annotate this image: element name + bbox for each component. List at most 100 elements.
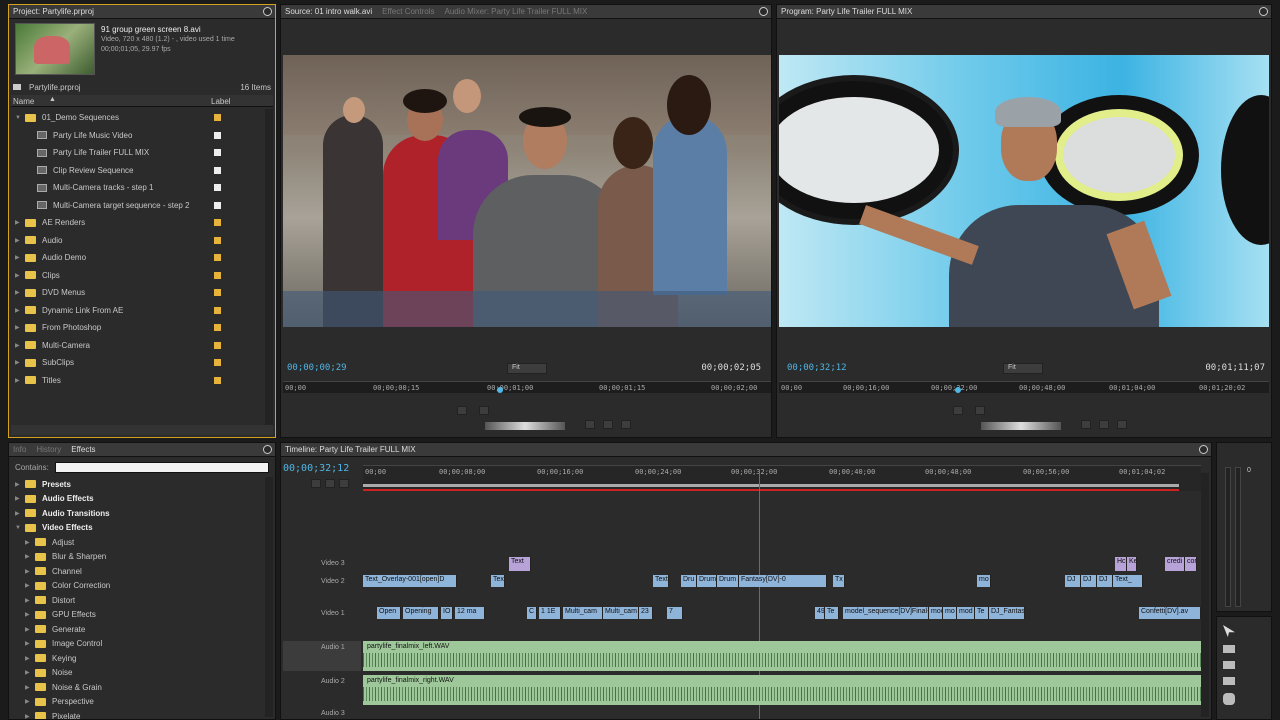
hand-tool-icon[interactable] [1223, 693, 1235, 705]
effects-item[interactable]: ▶ Keying [13, 651, 263, 666]
project-item[interactable]: ▶ Multi-Camera [11, 337, 263, 355]
timeline-clip[interactable]: Te [975, 607, 989, 619]
program-time-ruler[interactable]: 00;00 00;00;16;00 00;00;32;00 00;00;48;0… [779, 381, 1269, 393]
expand-closed-icon[interactable]: ▶ [15, 495, 25, 502]
project-item[interactable]: ▶ Audio [11, 232, 263, 250]
step-forward-icon[interactable] [479, 406, 489, 415]
project-item[interactable]: Multi-Camera tracks - step 1 [11, 179, 263, 197]
timeline-clip[interactable]: Ke [1127, 557, 1137, 571]
track-header-video-1[interactable]: Video 1 [283, 607, 361, 637]
timeline-clip[interactable]: 1 1E [539, 607, 561, 619]
timeline-clip[interactable]: Text_ [1113, 575, 1143, 587]
expand-closed-icon[interactable]: ▶ [15, 254, 25, 261]
timeline-clip[interactable]: mo [977, 575, 991, 587]
timeline-clip[interactable]: Text [509, 557, 531, 571]
source-fit-dropdown[interactable]: Fit [507, 363, 547, 374]
selection-tool-icon[interactable] [1223, 625, 1235, 637]
extract-icon[interactable] [1099, 420, 1109, 429]
program-timecode[interactable]: 00;00;32;12 [787, 363, 847, 373]
timeline-clip[interactable]: DJ [1081, 575, 1097, 587]
tab-project[interactable]: Project: Partylife.prproj [13, 7, 94, 16]
expand-closed-icon[interactable]: ▶ [15, 219, 25, 226]
timeline-clip[interactable]: 23 [639, 607, 653, 619]
timeline-clip[interactable]: Fantasy[DV]-0 [739, 575, 827, 587]
timeline-ruler[interactable]: 00;00 00;00;08;00 00;00;16;00 00;00;24;0… [363, 465, 1201, 491]
play-icon[interactable] [953, 406, 963, 415]
timeline-scrollbar[interactable] [1201, 473, 1209, 717]
expand-closed-icon[interactable]: ▶ [15, 359, 25, 366]
effects-item[interactable]: ▼ Video Effects [13, 521, 263, 536]
expand-closed-icon[interactable]: ▶ [15, 289, 25, 296]
expand-closed-icon[interactable]: ▶ [15, 324, 25, 331]
expand-closed-icon[interactable]: ▶ [25, 655, 35, 662]
effects-item[interactable]: ▶ Adjust [13, 535, 263, 550]
expand-closed-icon[interactable]: ▶ [25, 597, 35, 604]
panel-menu-icon[interactable] [263, 7, 272, 16]
source-time-ruler[interactable]: 00;00 00;00;00;15 00;00;01;00 00;00;01;1… [283, 381, 771, 393]
panel-menu-icon[interactable] [1259, 7, 1268, 16]
expand-open-icon[interactable]: ▼ [15, 115, 25, 121]
effects-scrollbar[interactable] [265, 477, 273, 717]
timeline-clip[interactable]: Text_Overlay-001[open]D [363, 575, 457, 587]
timeline-clip[interactable]: Dru [681, 575, 697, 587]
playhead-marker-icon[interactable] [497, 387, 503, 393]
playhead-marker-icon[interactable] [955, 387, 961, 393]
timeline-clip[interactable]: moc [929, 607, 943, 619]
timeline-clip[interactable]: IO [441, 607, 453, 619]
marker-icon[interactable] [325, 479, 335, 488]
export-frame-icon[interactable] [621, 420, 631, 429]
timeline-clip[interactable]: Text [653, 575, 669, 587]
timeline-clip[interactable]: Drum [717, 575, 739, 587]
expand-closed-icon[interactable]: ▶ [15, 307, 25, 314]
timeline-clip[interactable]: Drum [697, 575, 717, 587]
project-item[interactable]: ▶ SubClips [11, 354, 263, 372]
effects-item[interactable]: ▶ Audio Effects [13, 492, 263, 507]
effects-item[interactable]: ▶ Channel [13, 564, 263, 579]
timeline-clip[interactable]: 12 ma [455, 607, 485, 619]
effects-item[interactable]: ▶ Blur & Sharpen [13, 550, 263, 565]
project-item[interactable]: ▶ DVD Menus [11, 284, 263, 302]
project-item[interactable]: ▶ AE Renders [11, 214, 263, 232]
expand-closed-icon[interactable]: ▶ [15, 377, 25, 384]
timeline-clip[interactable]: Multi_cam [563, 607, 603, 619]
timeline-clip[interactable]: model_sequence[DV]Final-00 [843, 607, 929, 619]
expand-closed-icon[interactable]: ▶ [25, 713, 35, 719]
project-item[interactable]: Clip Review Sequence [11, 162, 263, 180]
column-label[interactable]: Label [211, 97, 231, 106]
timeline-clip[interactable]: credi [1165, 557, 1185, 571]
panel-menu-icon[interactable] [263, 445, 272, 454]
timeline-clip[interactable]: 7 [667, 607, 683, 619]
timeline-clip[interactable]: cor [1185, 557, 1197, 571]
expand-open-icon[interactable]: ▼ [15, 525, 25, 531]
jog-shuttle[interactable] [485, 422, 565, 430]
source-timecode[interactable]: 00;00;00;29 [287, 363, 347, 373]
expand-closed-icon[interactable]: ▶ [25, 582, 35, 589]
project-item[interactable]: Party Life Trailer FULL MIX [11, 144, 263, 162]
panel-menu-icon[interactable] [1199, 445, 1208, 454]
project-item[interactable]: ▼ 01_Demo Sequences [11, 109, 263, 127]
effects-item[interactable]: ▶ Presets [13, 477, 263, 492]
expand-closed-icon[interactable]: ▶ [25, 568, 35, 575]
work-area-bar[interactable] [363, 484, 1179, 487]
effects-item[interactable]: ▶ Perspective [13, 695, 263, 710]
project-item[interactable]: ▶ Clips [11, 267, 263, 285]
panel-menu-icon[interactable] [759, 7, 768, 16]
timeline-clip[interactable]: mod [957, 607, 975, 619]
expand-closed-icon[interactable]: ▶ [25, 684, 35, 691]
tab-effects[interactable]: Effects [71, 445, 95, 454]
expand-closed-icon[interactable]: ▶ [15, 237, 25, 244]
expand-closed-icon[interactable]: ▶ [15, 272, 25, 279]
effects-item[interactable]: ▶ Generate [13, 622, 263, 637]
effects-search-input[interactable] [55, 461, 269, 473]
audio-1-clip[interactable]: partylife_finalmix_left.WAV [363, 641, 1201, 671]
track-select-tool-icon[interactable] [1223, 645, 1235, 653]
tab-history[interactable]: History [36, 445, 61, 454]
effects-item[interactable]: ▶ Audio Transitions [13, 506, 263, 521]
tab-info[interactable]: Info [13, 445, 26, 454]
column-name[interactable]: Name [13, 97, 34, 106]
project-item[interactable]: Party Life Music Video [11, 127, 263, 145]
effects-item[interactable]: ▶ Color Correction [13, 579, 263, 594]
export-frame-icon[interactable] [1117, 420, 1127, 429]
project-item[interactable]: ▶ Titles [11, 372, 263, 390]
play-icon[interactable] [457, 406, 467, 415]
